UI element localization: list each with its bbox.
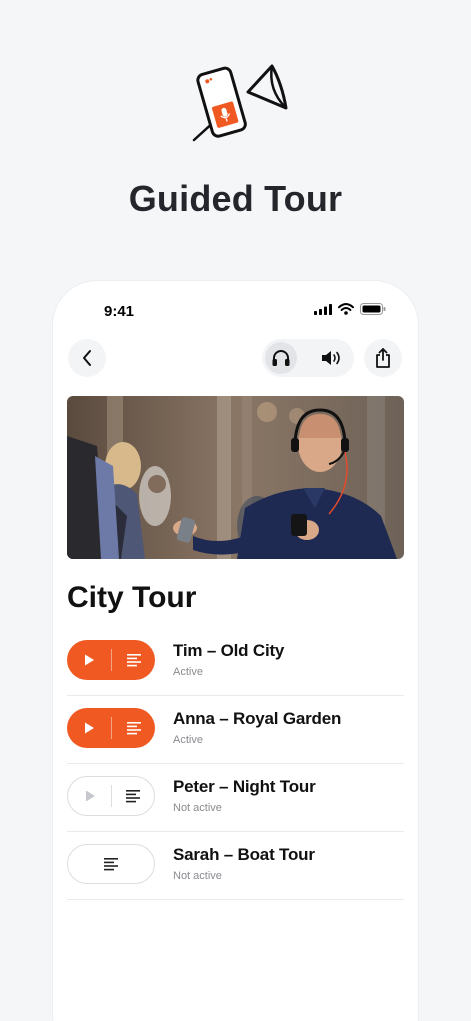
status-time: 9:41 [104,303,135,320]
headphones-icon [272,350,290,366]
chevron-left-icon [83,350,91,366]
tour-controls [67,640,155,680]
transcript-button[interactable] [112,776,154,816]
transcript-button[interactable] [112,708,155,748]
transcript-button[interactable] [68,844,154,884]
share-icon [376,348,390,368]
tour-status: Not active [173,802,222,814]
tour-name[interactable]: Tim – Old City [173,641,284,661]
text-lines-icon [104,858,118,871]
speaker-icon [322,351,340,365]
section-title: City Tour [67,581,197,614]
tour-controls [67,776,155,816]
phone-mockup: 9:41 City Tour Tim – Old City Active Ann… [53,281,418,1021]
tour-status: Active [173,666,203,678]
share-button[interactable] [364,339,402,377]
back-button[interactable] [68,339,106,377]
audio-output-toggle [262,339,354,377]
tour-controls [67,844,155,884]
wifi-icon [338,303,354,315]
tour-list: Tim – Old City Active Anna – Royal Garde… [67,628,404,900]
page-title: Guided Tour [128,178,343,219]
play-icon [85,654,94,666]
tour-status: Not active [173,870,222,882]
tour-row: Anna – Royal Garden Active [67,696,404,764]
tour-controls [67,708,155,748]
text-lines-icon [125,790,140,803]
text-lines-icon [126,722,141,735]
transcript-button[interactable] [112,640,155,680]
text-lines-icon [126,654,141,667]
tour-name[interactable]: Peter – Night Tour [173,777,316,797]
play-button[interactable] [67,640,111,680]
status-bar: 9:41 [53,281,418,335]
play-icon [85,722,94,734]
headphones-button[interactable] [265,342,297,374]
battery-icon [360,303,386,315]
speaker-button[interactable] [316,342,348,374]
tour-row: Peter – Night Tour Not active [67,764,404,832]
tour-name[interactable]: Sarah – Boat Tour [173,845,315,865]
tour-status: Active [173,734,203,746]
tour-row: Sarah – Boat Tour Not active [67,832,404,900]
tour-name[interactable]: Anna – Royal Garden [173,709,341,729]
play-button[interactable] [67,708,111,748]
play-button[interactable] [68,776,111,816]
play-icon [85,790,95,802]
phone-megaphone-icon [186,58,290,146]
tour-row: Tim – Old City Active [67,628,404,696]
cellular-signal-icon [314,303,332,315]
tour-guide-photo [67,396,404,559]
